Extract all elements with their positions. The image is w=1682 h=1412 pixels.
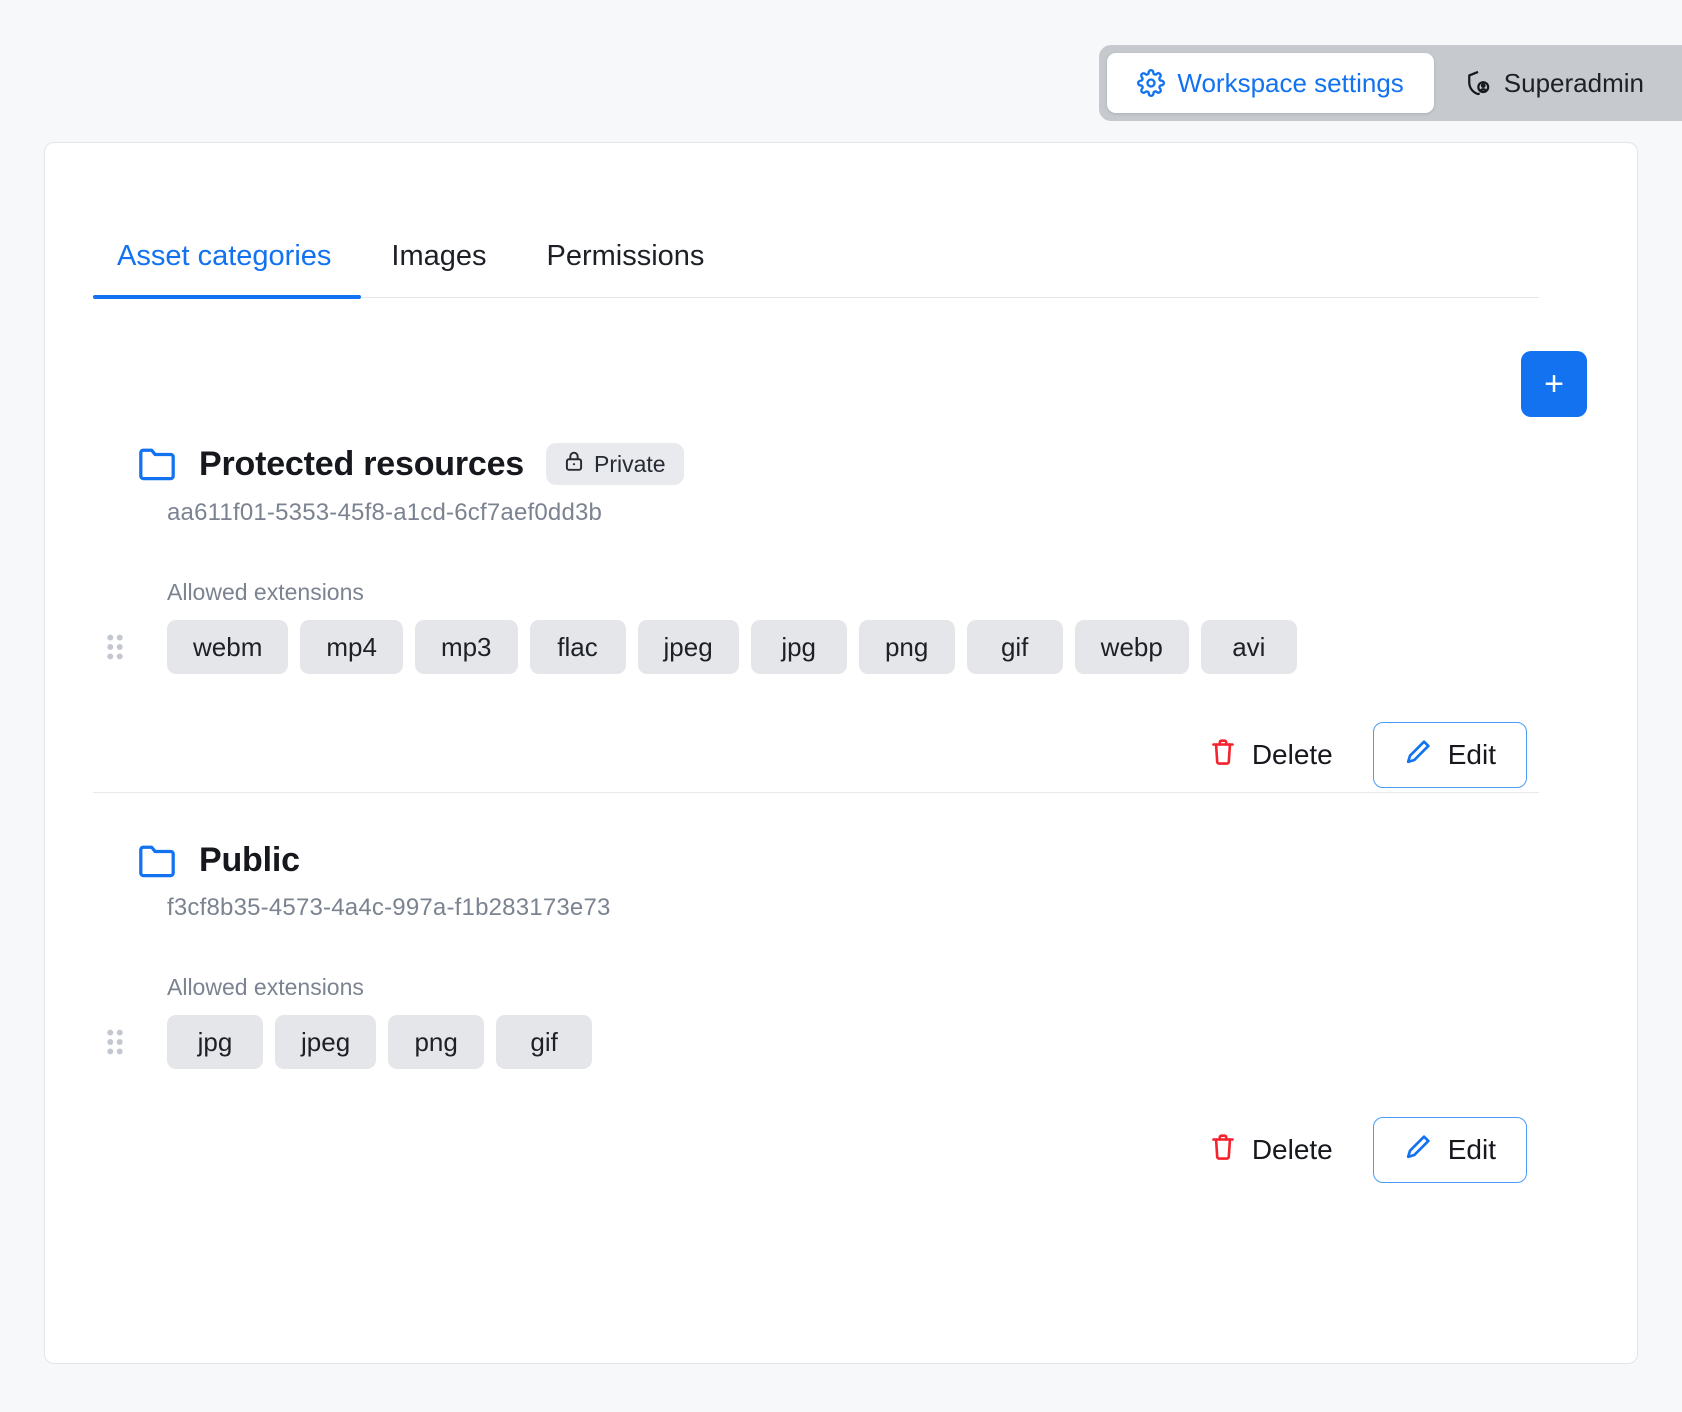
category-row: Public f3cf8b35-4573-4a4c-997a-f1b283173… (93, 792, 1539, 1187)
extension-chip: jpg (167, 1015, 263, 1069)
lock-icon (564, 450, 584, 478)
category-uuid: aa611f01-5353-45f8-a1cd-6cf7aef0dd3b (167, 499, 603, 526)
tab-images[interactable]: Images (361, 240, 516, 297)
superadmin-toggle[interactable]: Superadmin (1434, 53, 1674, 113)
allowed-extensions-label: Allowed extensions (167, 974, 364, 1000)
tab-permissions[interactable]: Permissions (517, 240, 735, 297)
category-header: Protected resources Private (93, 443, 1539, 485)
delete-button[interactable]: Delete (1192, 725, 1351, 786)
pencil-icon (1404, 738, 1432, 773)
superadmin-label: Superadmin (1503, 67, 1644, 98)
extension-chips: webm mp4 mp3 flac jpeg jpg png gif webp … (137, 620, 1297, 674)
extension-chip: webm (167, 620, 289, 674)
status-badge-label: Private (594, 450, 666, 477)
extension-chip: flac (529, 620, 626, 674)
extension-chip: jpg (750, 620, 847, 674)
extensions-row: jpg jpeg png gif (93, 1015, 1539, 1069)
category-row: Protected resources Private aa611f01-535… (93, 443, 1539, 792)
tab-asset-categories[interactable]: Asset categories (93, 240, 362, 299)
drag-handle-icon[interactable] (93, 1026, 137, 1058)
category-title: Protected resources (199, 444, 525, 483)
extensions-row: webm mp4 mp3 flac jpeg jpg png gif webp … (93, 620, 1539, 674)
shield-user-icon (1464, 69, 1492, 97)
workspace-settings-label: Workspace settings (1177, 67, 1404, 98)
allowed-extensions-label: Allowed extensions (167, 579, 364, 605)
edit-label: Edit (1447, 1134, 1496, 1165)
extension-chips: jpg jpeg png gif (137, 1015, 593, 1069)
delete-label: Delete (1251, 739, 1333, 770)
extension-chip: mp4 (300, 620, 403, 674)
extension-chip: png (388, 1015, 485, 1069)
asset-category-list: Protected resources Private aa611f01-535… (93, 443, 1539, 1187)
pencil-icon (1404, 1133, 1432, 1168)
category-title: Public (199, 841, 300, 879)
extension-chip: jpeg (275, 1015, 377, 1069)
extension-chip: mp3 (414, 620, 518, 674)
category-actions: Delete Edit (93, 1117, 1539, 1183)
edit-button[interactable]: Edit (1372, 1117, 1527, 1183)
edit-label: Edit (1447, 739, 1496, 770)
delete-label: Delete (1251, 1134, 1333, 1165)
tab-bar: Asset categories Images Permissions (93, 208, 1539, 299)
gear-icon (1137, 69, 1166, 97)
extension-chip: avi (1200, 620, 1297, 674)
folder-icon (137, 844, 177, 878)
category-header: Public (93, 841, 1539, 880)
workspace-mode-switcher: Workspace settings Superadmin (1099, 45, 1682, 121)
extension-chip: webp (1074, 620, 1189, 674)
extension-chip: png (858, 620, 955, 674)
edit-button[interactable]: Edit (1372, 722, 1527, 788)
trash-icon (1210, 1132, 1236, 1169)
category-uuid: f3cf8b35-4573-4a4c-997a-f1b283173e73 (167, 894, 611, 921)
add-category-button[interactable]: + (1521, 351, 1587, 417)
drag-handle-icon[interactable] (93, 631, 137, 663)
category-actions: Delete Edit (93, 722, 1539, 788)
extension-chip: gif (496, 1015, 593, 1069)
extension-chip: gif (966, 620, 1063, 674)
extension-chip: jpeg (637, 620, 739, 674)
settings-card: Asset categories Images Permissions + Pr… (44, 142, 1638, 1364)
delete-button[interactable]: Delete (1192, 1120, 1351, 1181)
top-bar: Workspace settings Superadmin (0, 0, 1682, 133)
workspace-settings-toggle[interactable]: Workspace settings (1107, 53, 1434, 113)
trash-icon (1210, 737, 1236, 774)
status-badge: Private (546, 443, 684, 485)
folder-icon (137, 447, 177, 481)
